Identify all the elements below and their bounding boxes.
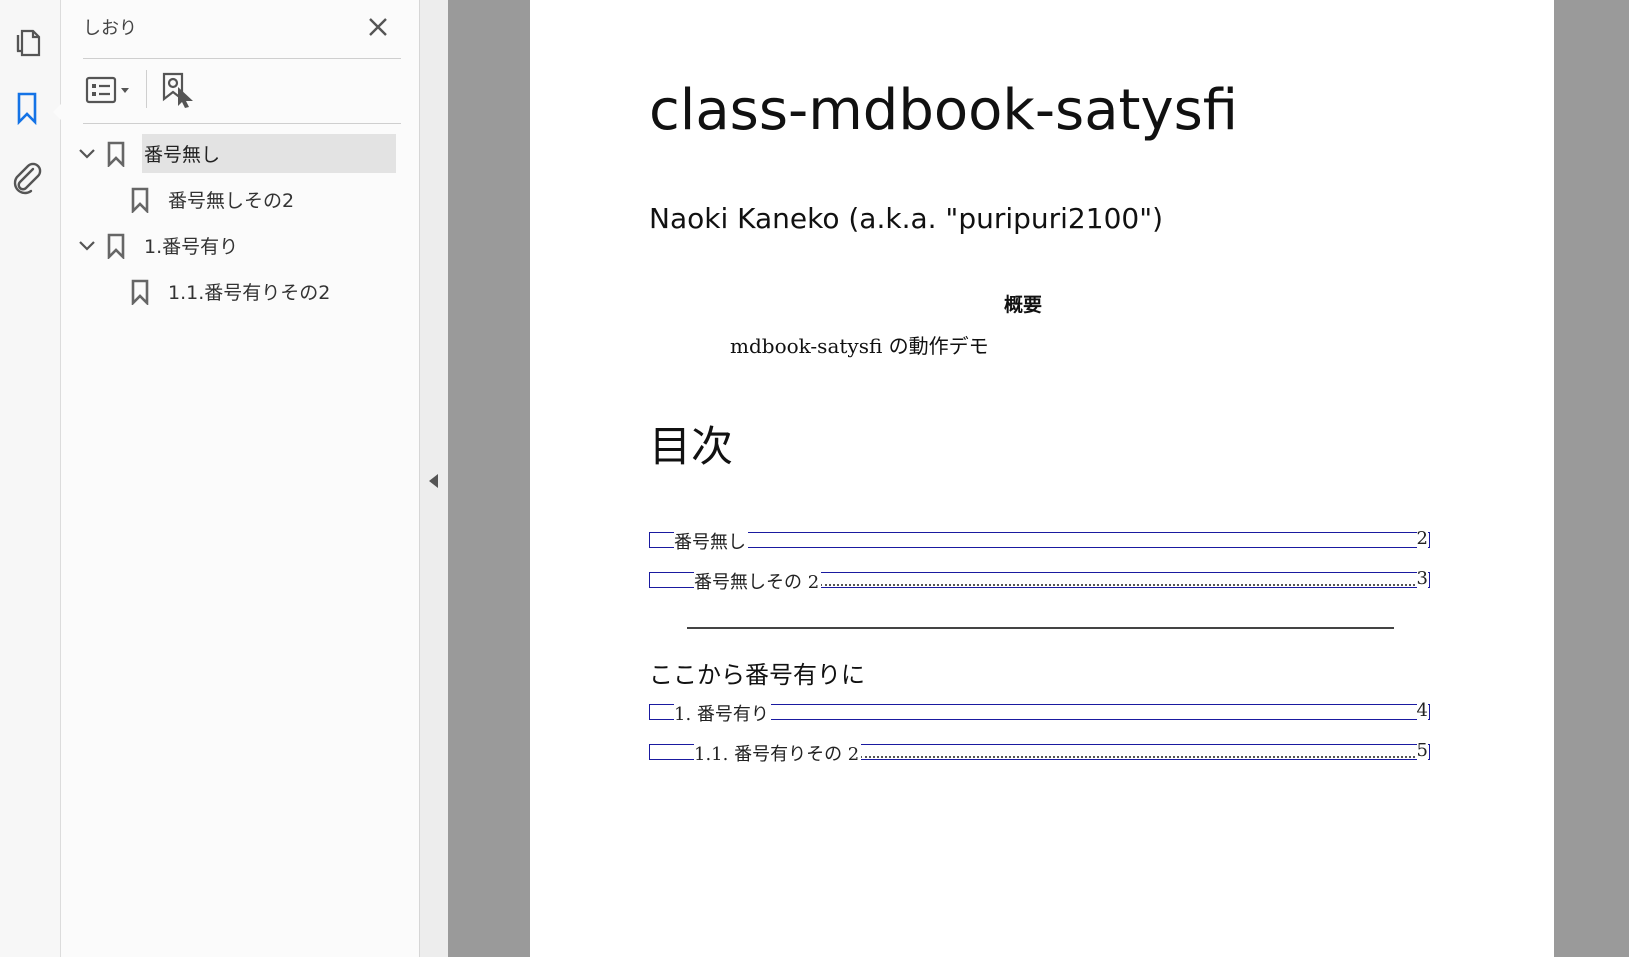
bookmark-item: 1.1.番号有りその2 xyxy=(61,272,419,312)
panel-splitter[interactable] xyxy=(419,0,448,957)
abstract-heading: 概要 xyxy=(1004,294,1043,316)
toc-link[interactable]: 1. 番号有り 4 xyxy=(649,700,1430,726)
bookmark-label[interactable]: 番号無し xyxy=(142,134,396,173)
bookmark-label[interactable]: 1.番号有り xyxy=(142,226,240,265)
close-icon xyxy=(369,18,387,36)
pdf-page: class-mdbook-satysfi Naoki Kaneko (a.k.a… xyxy=(530,0,1554,957)
toolbar-separator xyxy=(146,70,147,108)
page-thumbnails-icon xyxy=(16,29,41,57)
attachments-button[interactable] xyxy=(10,158,44,198)
active-tab-notch xyxy=(53,104,61,120)
bookmark-icon xyxy=(129,187,151,213)
bookmark-label[interactable]: 1.1.番号有りその2 xyxy=(166,272,332,311)
toc-entry-text: 番号無し xyxy=(674,528,748,554)
document-author: Naoki Kaneko (a.k.a. "puripuri2100") xyxy=(649,202,1163,235)
toc-entry-text: 1. 番号有り xyxy=(674,700,771,726)
toc-page-number: 5 xyxy=(1416,740,1428,761)
bookmarks-panel: しおり 番号無し 番号無しその2 1.番号有り 1.1.番号有りその2 xyxy=(61,0,419,957)
panel-title: しおり xyxy=(83,18,137,39)
toc-heading: 目次 xyxy=(649,422,734,471)
toc-link[interactable]: 1.1. 番号有りその 2 5 xyxy=(649,740,1430,766)
bookmark-icon xyxy=(17,92,37,125)
bookmark-label[interactable]: 番号無しその2 xyxy=(166,180,296,219)
bookmark-icon xyxy=(105,141,127,167)
new-bookmark-button[interactable] xyxy=(157,70,199,110)
abstract-text: mdbook-satysfi の動作デモ xyxy=(730,334,989,358)
document-title: class-mdbook-satysfi xyxy=(649,78,1239,143)
attachment-icon xyxy=(13,162,42,195)
collapse-panel-icon[interactable] xyxy=(429,474,438,488)
tool-rail xyxy=(0,0,61,957)
toc-leader-dots xyxy=(820,584,1415,586)
bookmarks-button[interactable] xyxy=(10,88,44,128)
toc-entry-text: 番号無しその 2 xyxy=(694,568,822,594)
bookmark-item: 番号無しその2 xyxy=(61,180,419,220)
toc-link[interactable]: 番号無し 2 xyxy=(649,528,1430,554)
close-panel-button[interactable] xyxy=(361,10,395,44)
chevron-down-icon[interactable] xyxy=(77,236,97,256)
new-bookmark-icon xyxy=(162,72,193,108)
bookmark-item: 1.番号有り xyxy=(61,226,419,266)
toc-page-number: 3 xyxy=(1416,568,1428,589)
toc-link[interactable]: 番号無しその 2 3 xyxy=(649,568,1430,594)
toc-page-number: 4 xyxy=(1416,700,1428,721)
toc-entry-text: 1.1. 番号有りその 2 xyxy=(694,740,862,766)
list-options-icon xyxy=(85,76,129,104)
section-heading: ここから番号有りに xyxy=(649,661,865,689)
page-thumbnails-button[interactable] xyxy=(10,22,44,62)
options-menu-button[interactable] xyxy=(83,70,135,110)
section-divider xyxy=(687,627,1394,629)
panel-divider-2 xyxy=(83,123,401,124)
panel-divider xyxy=(83,58,401,59)
chevron-down-icon[interactable] xyxy=(77,144,97,164)
bookmark-icon xyxy=(105,233,127,259)
bookmark-icon xyxy=(129,279,151,305)
document-viewer[interactable]: class-mdbook-satysfi Naoki Kaneko (a.k.a… xyxy=(448,0,1629,957)
toc-page-number: 2 xyxy=(1416,528,1428,549)
toc-leader-dots xyxy=(860,756,1415,758)
bookmark-item: 番号無し xyxy=(61,134,419,174)
